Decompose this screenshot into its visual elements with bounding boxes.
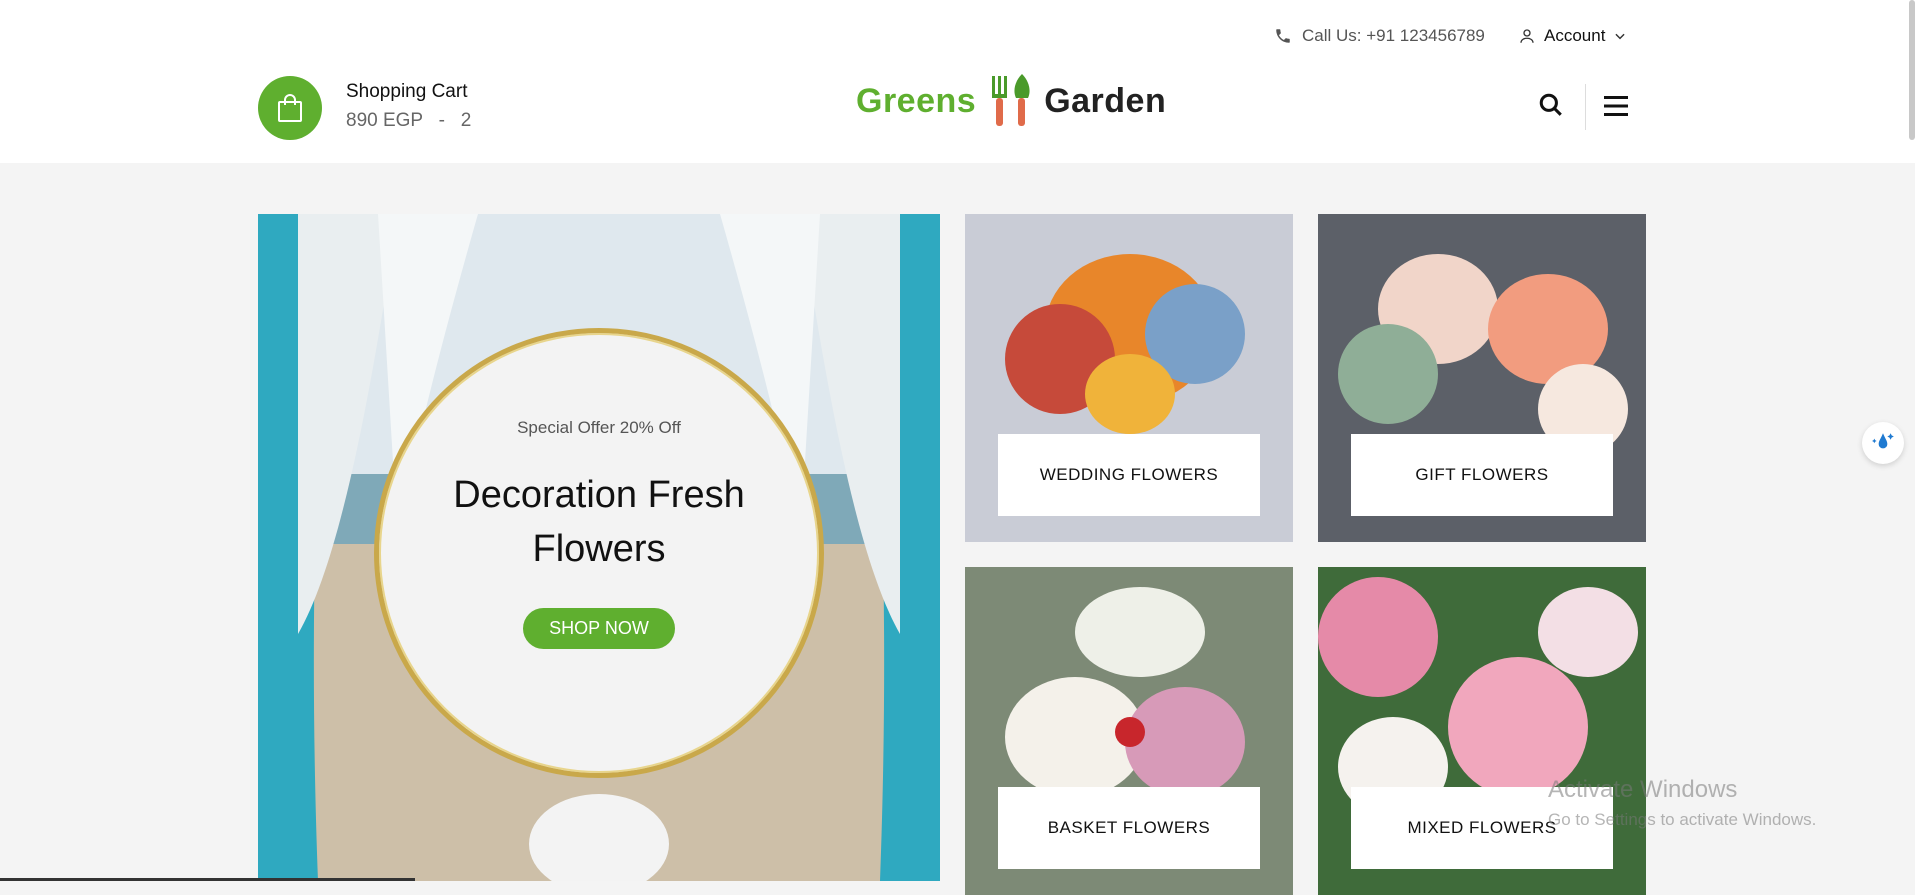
site-logo[interactable]: Greens Garden xyxy=(856,72,1166,130)
user-icon xyxy=(1518,27,1536,45)
watermark-line-1: Activate Windows xyxy=(1548,776,1816,804)
phone-icon xyxy=(1274,27,1292,45)
search-icon xyxy=(1538,92,1564,118)
hero-offer-text: Special Offer 20% Off xyxy=(517,418,681,438)
account-label: Account xyxy=(1544,26,1605,46)
cart-button[interactable] xyxy=(258,76,322,140)
category-tile-mixed[interactable]: MIXED FLOWERS xyxy=(1318,567,1646,895)
logo-text-left: Greens xyxy=(856,82,976,121)
category-tile-basket[interactable]: BASKET FLOWERS xyxy=(965,567,1293,895)
category-label[interactable]: BASKET FLOWERS xyxy=(998,787,1260,869)
hero-title: Decoration Fresh Flowers xyxy=(439,468,759,576)
flower-image-shape xyxy=(1115,717,1145,747)
shop-now-button[interactable]: SHOP NOW xyxy=(523,608,675,649)
watermark-line-2: Go to Settings to activate Windows. xyxy=(1548,810,1816,830)
cart-summary: 890 EGP - 2 xyxy=(346,110,471,132)
site-header: Call Us: +91 123456789 Account Shopping … xyxy=(0,0,1915,163)
phone-label: Call Us: +91 123456789 xyxy=(1302,26,1485,46)
account-menu[interactable]: Account xyxy=(1518,26,1627,46)
flower-image-shape xyxy=(1318,577,1438,697)
hero-offer-circle: Special Offer 20% Off Decoration Fresh F… xyxy=(374,328,824,778)
search-button[interactable] xyxy=(1538,92,1564,123)
chevron-down-icon xyxy=(1613,29,1627,43)
page-scrollbar[interactable] xyxy=(1909,0,1915,140)
cart-title[interactable]: Shopping Cart xyxy=(346,81,467,103)
windows-activation-watermark: Activate Windows Go to Settings to activ… xyxy=(1548,776,1816,830)
category-tile-gift[interactable]: GIFT FLOWERS xyxy=(1318,214,1646,542)
logo-text-right: Garden xyxy=(1044,82,1166,121)
category-label[interactable]: WEDDING FLOWERS xyxy=(998,434,1260,516)
header-divider xyxy=(1585,84,1586,130)
sparkle-widget-icon xyxy=(1870,430,1896,456)
hamburger-menu-icon xyxy=(1603,95,1629,117)
topbar-phone[interactable]: Call Us: +91 123456789 xyxy=(1274,26,1485,46)
hero-banner: Special Offer 20% Off Decoration Fresh F… xyxy=(258,214,940,881)
floating-widget-button[interactable] xyxy=(1862,422,1904,464)
garden-tools-logo-icon xyxy=(986,72,1034,130)
flower-image-shape xyxy=(1085,354,1175,434)
shopping-bag-icon xyxy=(276,93,304,123)
flower-image-shape xyxy=(1338,324,1438,424)
menu-button[interactable] xyxy=(1603,95,1629,122)
category-tile-wedding[interactable]: WEDDING FLOWERS xyxy=(965,214,1293,542)
flower-image-shape xyxy=(1538,587,1638,677)
flower-image-shape xyxy=(1075,587,1205,677)
flower-image-shape xyxy=(1125,687,1245,797)
category-label[interactable]: GIFT FLOWERS xyxy=(1351,434,1613,516)
